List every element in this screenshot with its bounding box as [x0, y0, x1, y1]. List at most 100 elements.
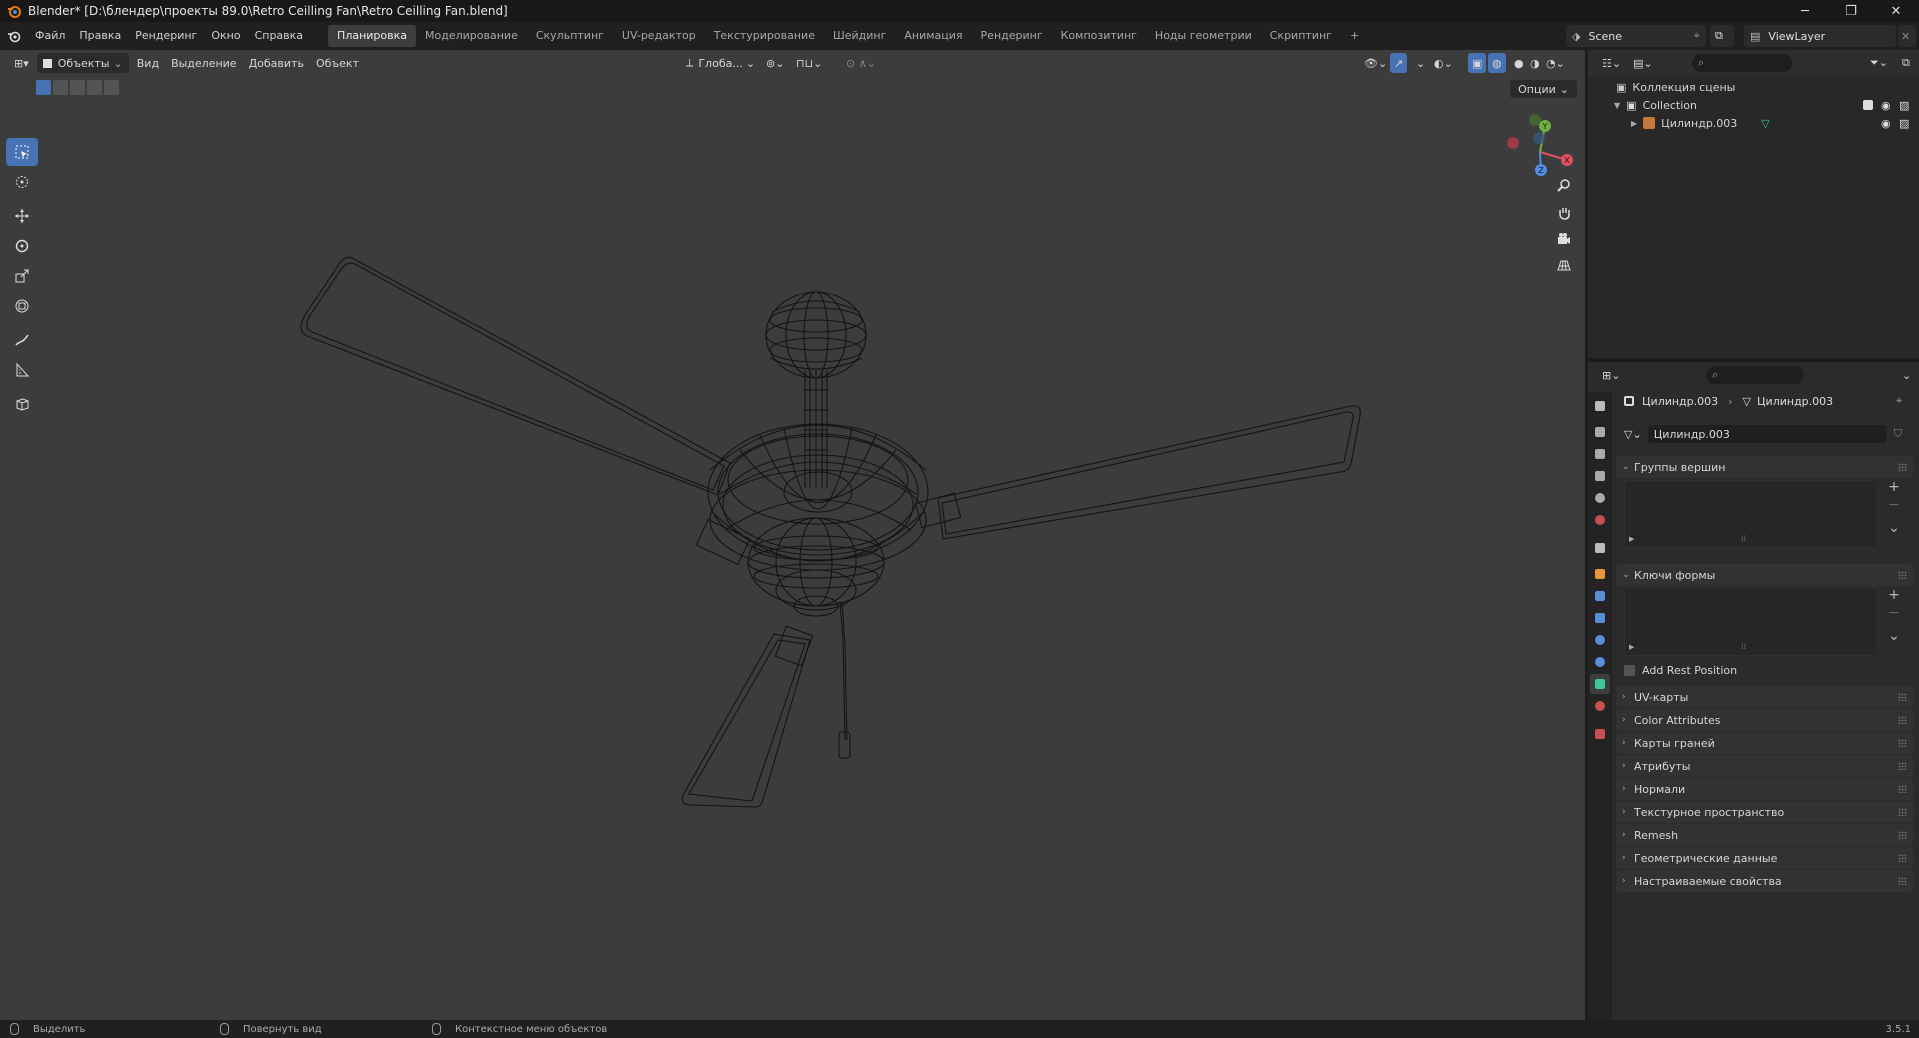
physics-tab-icon[interactable] [1590, 630, 1610, 650]
ceiling-fan-wireframe[interactable] [0, 50, 1586, 1020]
new-scene-icon[interactable]: ⧉ [1710, 25, 1734, 47]
drag-handle-icon[interactable] [1898, 808, 1907, 816]
outliner-item-cylinder[interactable]: ▶ Цилиндр.003 ▽ ◉ ▨ [1588, 114, 1919, 132]
outliner-search-input[interactable]: ⌕ [1692, 54, 1792, 72]
drag-handle-icon[interactable] [1898, 854, 1907, 862]
list-expand-icon[interactable]: ▶ [1629, 643, 1634, 651]
drag-handle-icon[interactable] [1898, 463, 1907, 471]
drag-handle-icon[interactable] [1898, 831, 1907, 839]
drag-handle-icon[interactable] [1898, 877, 1907, 885]
exclude-checkbox[interactable] [1863, 100, 1873, 110]
drag-handle-icon[interactable] [1898, 785, 1907, 793]
view-layer-tab-icon[interactable] [1590, 466, 1610, 486]
tab-animation[interactable]: Анимация [895, 25, 971, 47]
scene-tab-icon[interactable] [1590, 488, 1610, 508]
drag-handle-icon[interactable] [1898, 762, 1907, 770]
drag-handle-icon[interactable] [1898, 693, 1907, 701]
tab-rendering[interactable]: Рендеринг [972, 25, 1052, 47]
list-resize-icon[interactable]: ⁞⁞ [1741, 534, 1746, 543]
tab-scripting[interactable]: Скриптинг [1261, 25, 1341, 47]
shape-keys-list[interactable]: ▶ ⁞⁞ [1624, 588, 1878, 656]
pin-icon[interactable]: ⌖ [1896, 394, 1902, 408]
drag-handle-icon[interactable] [1898, 739, 1907, 747]
add-vertex-group-icon[interactable]: + [1886, 479, 1902, 495]
menu-edit[interactable]: Правка [72, 22, 128, 50]
remove-shape-key-icon[interactable]: − [1886, 605, 1902, 621]
tab-modeling[interactable]: Моделирование [416, 25, 527, 47]
eye-icon[interactable]: ◉ [1881, 117, 1891, 130]
normals-panel-header[interactable]: › Нормали [1616, 778, 1913, 800]
scene-selector[interactable]: ⬗ Scene ⌖ [1566, 25, 1706, 47]
geometry-data-panel-header[interactable]: › Геометрические данные [1616, 847, 1913, 869]
tab-compositing[interactable]: Композитинг [1052, 25, 1146, 47]
add-rest-position-option[interactable]: Add Rest Position [1624, 664, 1737, 677]
drag-handle-icon[interactable] [1898, 716, 1907, 724]
remesh-panel-header[interactable]: › Remesh [1616, 824, 1913, 846]
add-shape-key-icon[interactable]: + [1886, 587, 1902, 603]
particles-tab-icon[interactable] [1590, 608, 1610, 628]
texture-space-panel-header[interactable]: › Текстурное пространство [1616, 801, 1913, 823]
tab-uv-editing[interactable]: UV-редактор [613, 25, 705, 47]
maximize-icon[interactable]: ❐ [1828, 0, 1874, 22]
output-tab-icon[interactable] [1590, 444, 1610, 464]
shape-key-specials-icon[interactable]: ⌄ [1886, 628, 1902, 644]
render-tab-icon[interactable] [1590, 422, 1610, 442]
mesh-datablock-selector[interactable]: ▽⌄ Цилиндр.003 ⛉ [1624, 424, 1914, 444]
collection-tab-icon[interactable] [1590, 538, 1610, 558]
attributes-panel-header[interactable]: › Атрибуты [1616, 755, 1913, 777]
menu-window[interactable]: Окно [204, 22, 247, 50]
remove-vertex-group-icon[interactable]: − [1886, 497, 1902, 513]
color-attributes-panel-header[interactable]: › Color Attributes [1616, 709, 1913, 731]
material-tab-icon[interactable] [1590, 696, 1610, 716]
add-rest-position-label: Add Rest Position [1642, 664, 1738, 677]
remove-view-layer-icon[interactable]: ✕ [1898, 25, 1916, 47]
mesh-data-icon[interactable]: ▽ [1761, 117, 1769, 130]
list-resize-icon[interactable]: ⁞⁞ [1741, 642, 1746, 651]
menu-file[interactable]: Файл [28, 22, 72, 50]
outliner-item-scene-collection[interactable]: ▣ Коллекция сцены [1588, 78, 1919, 96]
texture-tab-icon[interactable] [1590, 724, 1610, 744]
modifier-tab-icon[interactable] [1590, 586, 1610, 606]
camera-render-icon[interactable]: ▨ [1899, 99, 1909, 112]
3d-viewport[interactable]: ⊞▾ Объекты ⌄ Вид Выделение Добавить Объе… [0, 50, 1586, 1020]
tab-sculpting[interactable]: Скульптинг [527, 25, 613, 47]
add-workspace-icon[interactable]: + [1341, 25, 1368, 47]
tool-tab-icon[interactable] [1590, 396, 1610, 416]
tab-geometry-nodes[interactable]: Ноды геометрии [1146, 25, 1261, 47]
expand-arrow-icon[interactable]: ▼ [1614, 101, 1620, 110]
fake-user-icon[interactable]: ⛉ [1894, 427, 1902, 441]
vertex-groups-panel-header[interactable]: ⌄ Группы вершин [1616, 456, 1913, 478]
tab-layout[interactable]: Планировка [328, 25, 417, 47]
menu-render[interactable]: Рендеринг [128, 22, 204, 50]
blender-menu-icon[interactable] [0, 29, 28, 43]
menu-help[interactable]: Справка [248, 22, 310, 50]
custom-properties-panel-header[interactable]: › Настраиваемые свойства [1616, 870, 1913, 892]
tab-texture-paint[interactable]: Текстурирование [705, 25, 824, 47]
eye-icon[interactable]: ◉ [1881, 99, 1891, 112]
close-icon[interactable]: ✕ [1873, 0, 1919, 22]
display-mode-icon[interactable]: ▤⌄ [1627, 53, 1659, 73]
new-collection-icon[interactable]: ⧉ [1896, 53, 1916, 73]
shape-keys-panel-header[interactable]: ⌄ Ключи формы [1616, 564, 1913, 586]
uv-maps-panel-header[interactable]: › UV-карты [1616, 686, 1913, 708]
camera-render-icon[interactable]: ▨ [1899, 117, 1909, 130]
drag-handle-icon[interactable] [1898, 571, 1907, 579]
world-tab-icon[interactable] [1590, 510, 1610, 530]
list-expand-icon[interactable]: ▶ [1629, 535, 1634, 543]
vertex-group-specials-icon[interactable]: ⌄ [1886, 520, 1902, 536]
filter-icon[interactable]: ⏷⌄ [1864, 53, 1894, 73]
vertex-groups-list[interactable]: ▶ ⁞⁞ [1624, 480, 1878, 548]
outliner-editor-type-icon[interactable]: ☷⌄ [1596, 53, 1627, 73]
face-maps-panel-header[interactable]: › Карты граней [1616, 732, 1913, 754]
constraints-tab-icon[interactable] [1590, 652, 1610, 672]
outliner-item-collection[interactable]: ▼ ▣ Collection ◉ ▨ [1588, 96, 1919, 114]
expand-arrow-icon[interactable]: ▶ [1631, 119, 1637, 128]
mesh-name-field[interactable]: Цилиндр.003 [1647, 425, 1886, 443]
tab-shading[interactable]: Шейдинг [824, 25, 895, 47]
add-rest-position-checkbox[interactable] [1624, 665, 1635, 676]
pin-icon[interactable]: ⌖ [1694, 29, 1700, 43]
mesh-data-tab-icon[interactable] [1590, 674, 1610, 694]
object-tab-icon[interactable] [1590, 564, 1610, 584]
minimize-icon[interactable]: ─ [1782, 0, 1828, 22]
view-layer-selector[interactable]: ▤ ViewLayer [1744, 25, 1896, 47]
